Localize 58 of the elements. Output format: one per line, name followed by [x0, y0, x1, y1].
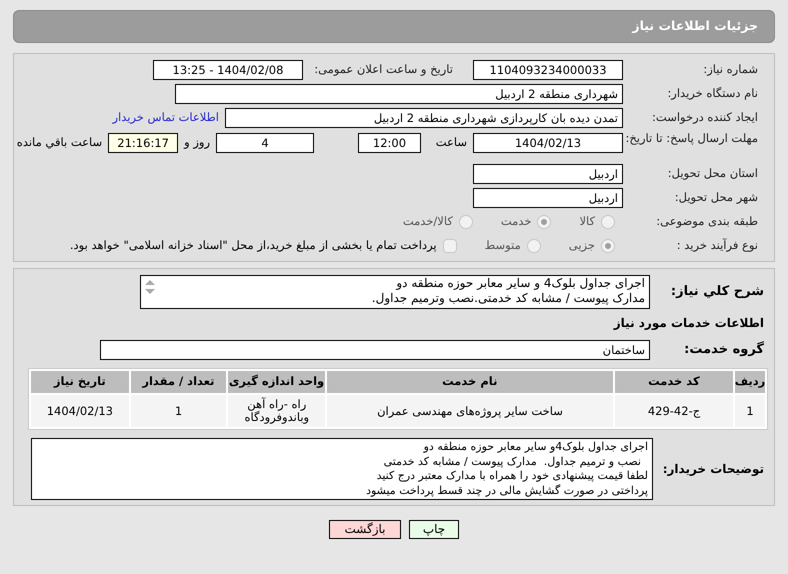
contact-link[interactable]: اطلاعات تماس خریدار: [112, 109, 219, 127]
field-label: شماره نیاز:: [702, 61, 758, 78]
text-field[interactable]: 12:00: [358, 133, 421, 153]
radio-label: کالا/خدمت: [402, 213, 453, 230]
payment-label: پرداخت تمام یا بخشی از مبلغ خرید،از محل "اسناد خزانه اسلامی" خواهد بود.: [70, 237, 437, 254]
field-label: نام دستگاه خریدار:: [666, 85, 758, 102]
text-field[interactable]: 1104093234000033: [473, 60, 623, 80]
radio-button[interactable]: [526, 239, 541, 253]
field-label: تاریخ و ساعت اعلان عمومی:: [313, 61, 453, 78]
column-header: واحد اندازه گیری: [228, 371, 325, 393]
table-cell: ساخت سایر پروژه‌های مهندسی عمران: [327, 395, 613, 427]
radio-label: متوسط: [484, 237, 521, 254]
text-field[interactable]: اردبیل: [473, 164, 623, 184]
radio-label: خدمت: [500, 213, 532, 230]
back-button[interactable]: بازگشت: [329, 520, 401, 539]
text-field[interactable]: 1404/02/13: [473, 133, 623, 153]
days-label: روز و: [184, 134, 210, 152]
field-label: شهر محل تحویل:: [674, 189, 758, 206]
table-cell: ج-42-429: [614, 395, 734, 427]
column-header: نام خدمت: [326, 371, 613, 393]
table-cell: 1: [735, 395, 765, 427]
radio-button[interactable]: [601, 215, 615, 229]
radio-label: کالا: [579, 213, 595, 230]
field-label: استان محل تحویل:: [666, 165, 758, 182]
text-field[interactable]: 4: [216, 133, 314, 153]
field-label: توضیحات خریدار:: [662, 461, 765, 478]
section-heading: اطلاعات خدمات مورد نياز: [612, 315, 765, 332]
table-cell: 1: [130, 395, 226, 427]
field-label: طبقه بندی موضوعی:: [655, 213, 758, 230]
time-label: ساعت: [434, 134, 467, 152]
text-field[interactable]: شهرداری منطقه 2 اردبیل: [175, 84, 623, 104]
scroll-arrows-icon[interactable]: [143, 278, 157, 296]
description-textarea[interactable]: اجرای جداول بلوک4 و سایر معابر حوزه منطقه دو مدارک پیوست / مشابه کد خدمتی.نصب وترمیم جداول.: [140, 275, 650, 309]
text-field[interactable]: ساختمان: [100, 340, 650, 360]
table-cell: راه -راه آهن وباندوفرودگاه: [228, 395, 326, 427]
field-label: ایجاد کننده درخواست:: [651, 109, 758, 126]
column-header: کد خدمت: [614, 371, 733, 393]
field-label: مهلت ارسال پاسخ: تا تاریخ:: [624, 131, 758, 145]
radio-label: جزیی: [568, 237, 595, 254]
column-header: ردیف: [735, 371, 765, 393]
radio-button[interactable]: [458, 215, 473, 229]
radio-button[interactable]: [601, 239, 615, 253]
countdown-field[interactable]: 21:16:17: [108, 133, 178, 153]
page-title: جزئیات اطلاعات نیاز: [632, 17, 758, 36]
field-label: نوع فرآیند خرید :: [676, 237, 758, 254]
column-header: تاریخ نیاز: [31, 371, 129, 393]
field-label: گروه خدمت:: [683, 340, 765, 360]
print-button[interactable]: چاپ: [409, 520, 459, 539]
notes-textarea[interactable]: اجرای جداول بلوک4و سایر معابر حوزه منطقه دو نصب و ترمیم جداول. مدارک پیوست / مشابه کد خدمتی لطفا قیمت پیشنهادی خود را همراه با مدارک معتبر درج کنید پرداختی در صورت گشایش مالی در چند قسط پرداخت میشود: [31, 438, 653, 500]
text-field[interactable]: 1404/02/08 - 13:25: [153, 60, 303, 80]
remaining-label: ساعت باقي مانده: [16, 134, 102, 152]
table-cell: 1404/02/13: [30, 395, 129, 427]
column-header: تعداد / مقدار: [130, 371, 226, 393]
checkbox[interactable]: [442, 239, 457, 253]
text-field[interactable]: اردبیل: [473, 188, 623, 208]
radio-button[interactable]: [537, 215, 552, 229]
text-field[interactable]: تمدن دیده بان کارپردازی شهرداری منطقه 2 اردبیل: [225, 108, 623, 128]
field-label: شرح کلي نياز:: [670, 283, 765, 302]
